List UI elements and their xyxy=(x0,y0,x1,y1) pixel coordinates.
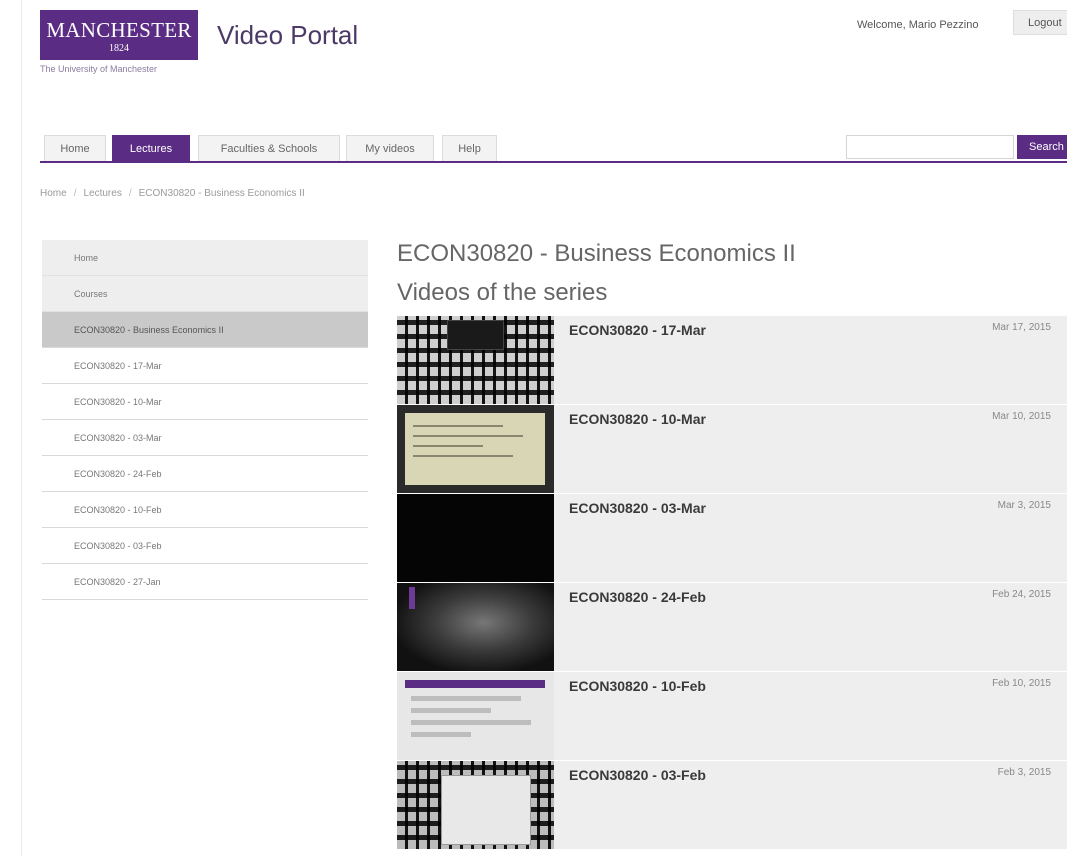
thumbnail-text-line xyxy=(413,435,523,437)
thumbnail-block xyxy=(411,732,471,737)
tab-my-videos[interactable]: My videos xyxy=(346,135,434,162)
university-logo[interactable]: MANCHESTER 1824 xyxy=(40,10,198,60)
video-thumbnail[interactable] xyxy=(397,672,554,760)
thumbnail-document xyxy=(405,413,545,485)
page-title: ECON30820 - Business Economics II xyxy=(397,240,796,267)
breadcrumb: Home / Lectures / ECON30820 - Business Econo… xyxy=(40,188,305,199)
thumbnail-accent xyxy=(409,587,415,609)
video-row[interactable]: ECON30820 - 03-Feb Feb 3, 2015 xyxy=(397,761,1067,849)
video-date: Feb 24, 2015 xyxy=(992,589,1051,600)
video-thumbnail[interactable] xyxy=(397,761,554,849)
logo-wordmark: MANCHESTER xyxy=(46,18,192,42)
logo-year: 1824 xyxy=(109,43,129,54)
video-row[interactable]: ECON30820 - 24-Feb Feb 24, 2015 xyxy=(397,583,1067,671)
nav-underline xyxy=(40,161,1067,163)
breadcrumb-home[interactable]: Home xyxy=(40,188,67,199)
sidebar-item-course[interactable]: ECON30820 - Business Economics II xyxy=(42,312,368,348)
video-title[interactable]: ECON30820 - 03-Feb xyxy=(569,767,706,783)
thumbnail-block xyxy=(411,708,491,713)
thumbnail-block xyxy=(411,696,521,701)
thumbnail-header xyxy=(405,680,545,688)
breadcrumb-separator: / xyxy=(73,188,77,199)
page-subtitle: Videos of the series xyxy=(397,279,608,306)
video-row[interactable]: ECON30820 - 10-Feb Feb 10, 2015 xyxy=(397,672,1067,760)
video-date: Feb 10, 2015 xyxy=(992,678,1051,689)
thumbnail-text-line xyxy=(413,445,483,447)
sidebar-item-video[interactable]: ECON30820 - 10-Mar xyxy=(42,384,368,420)
sidebar-item-video[interactable]: ECON30820 - 10-Feb xyxy=(42,492,368,528)
video-title[interactable]: ECON30820 - 10-Mar xyxy=(569,411,706,427)
sidebar-item-video[interactable]: ECON30820 - 27-Jan xyxy=(42,564,368,600)
page-left-rule xyxy=(21,0,22,856)
breadcrumb-current: ECON30820 - Business Economics II xyxy=(138,188,305,199)
thumbnail-text-line xyxy=(413,455,513,457)
sidebar-item-courses[interactable]: Courses xyxy=(42,276,368,312)
sidebar-item-home[interactable]: Home xyxy=(42,240,368,276)
tab-help[interactable]: Help xyxy=(442,135,497,162)
sidebar-item-video[interactable]: ECON30820 - 03-Feb xyxy=(42,528,368,564)
sidebar-item-video[interactable]: ECON30820 - 03-Mar xyxy=(42,420,368,456)
welcome-text: Welcome, Mario Pezzino xyxy=(857,19,979,31)
thumbnail-block xyxy=(411,720,531,725)
video-title[interactable]: ECON30820 - 17-Mar xyxy=(569,322,706,338)
logout-button[interactable]: Logout xyxy=(1013,10,1067,35)
video-title[interactable]: ECON30820 - 03-Mar xyxy=(569,500,706,516)
video-thumbnail[interactable] xyxy=(397,583,554,671)
search-button[interactable]: Search xyxy=(1017,135,1067,159)
video-thumbnail[interactable] xyxy=(397,316,554,404)
video-thumbnail[interactable] xyxy=(397,494,554,582)
tab-home[interactable]: Home xyxy=(44,135,106,162)
sidebar-item-video[interactable]: ECON30820 - 17-Mar xyxy=(42,348,368,384)
thumbnail-text-line xyxy=(413,425,503,427)
logo-subtitle: The University of Manchester xyxy=(40,64,158,74)
video-date: Mar 3, 2015 xyxy=(997,500,1051,511)
video-row[interactable]: ECON30820 - 03-Mar Mar 3, 2015 xyxy=(397,494,1067,582)
video-date: Feb 3, 2015 xyxy=(997,767,1051,778)
tab-faculties-schools[interactable]: Faculties & Schools xyxy=(198,135,340,162)
sidebar-item-video[interactable]: ECON30820 - 24-Feb xyxy=(42,456,368,492)
video-row[interactable]: ECON30820 - 10-Mar Mar 10, 2015 xyxy=(397,405,1067,493)
video-date: Mar 10, 2015 xyxy=(992,411,1051,422)
breadcrumb-separator: / xyxy=(128,188,132,199)
search-input[interactable] xyxy=(846,135,1014,159)
app-title: Video Portal xyxy=(217,20,359,50)
video-date: Mar 17, 2015 xyxy=(992,322,1051,333)
video-title[interactable]: ECON30820 - 24-Feb xyxy=(569,589,706,605)
breadcrumb-lectures[interactable]: Lectures xyxy=(83,188,121,199)
video-title[interactable]: ECON30820 - 10-Feb xyxy=(569,678,706,694)
tab-lectures[interactable]: Lectures xyxy=(112,135,190,162)
video-thumbnail[interactable] xyxy=(397,405,554,493)
video-row[interactable]: ECON30820 - 17-Mar Mar 17, 2015 xyxy=(397,316,1067,404)
thumbnail-window xyxy=(441,775,531,845)
